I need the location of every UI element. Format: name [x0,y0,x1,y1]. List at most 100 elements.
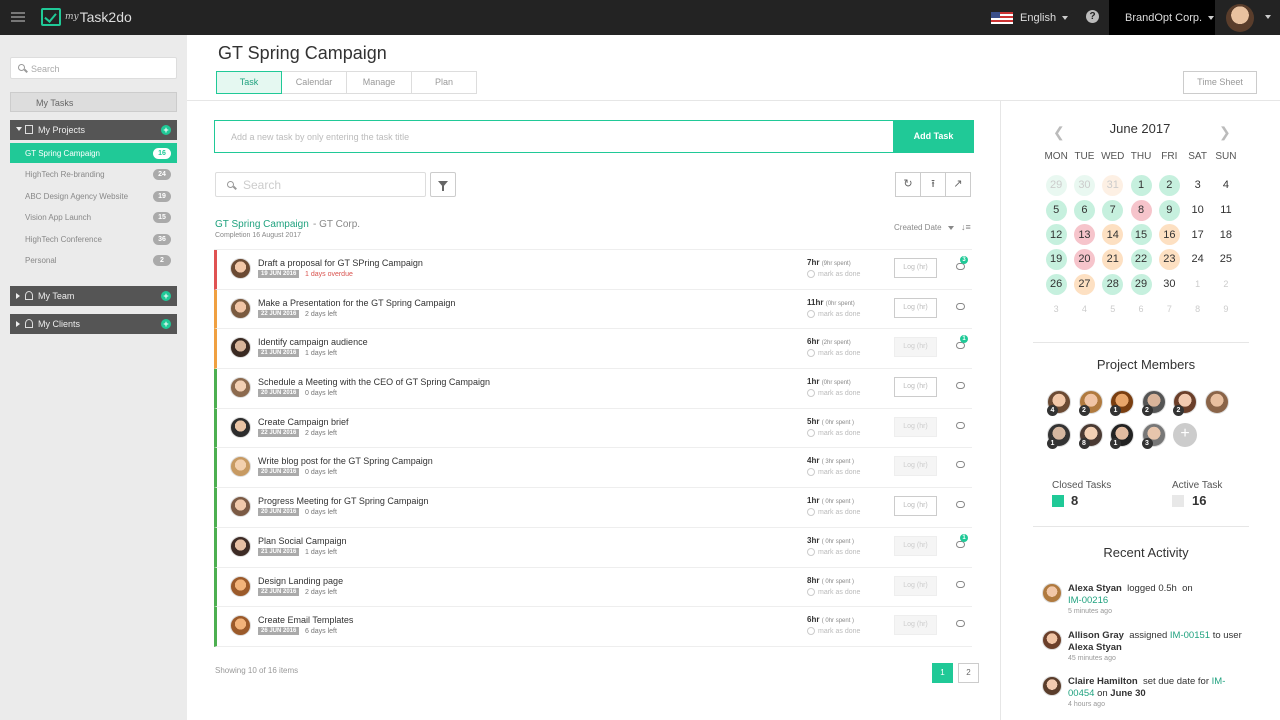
sidebar-section-my-projects[interactable]: My Projects + [10,120,177,140]
page-1-button[interactable]: 1 [932,663,953,683]
task-title[interactable]: Write blog post for the GT Spring Campai… [258,456,433,466]
calendar-day[interactable]: 15 [1130,224,1152,246]
us-flag-icon[interactable] [991,12,1013,24]
log-hours-input[interactable]: Log (hr) [894,456,937,477]
activity-task-link[interactable]: IM-00151 [1170,630,1210,641]
assignee-avatar[interactable] [230,456,251,478]
comment-icon[interactable] [956,620,965,628]
calendar-day[interactable]: 2 [1158,174,1180,196]
sidebar-search-input[interactable]: Search [10,57,177,79]
app-logo[interactable]: my Task2do [41,7,132,27]
company-selector[interactable]: BrandOpt Corp. [1109,0,1215,35]
task-row[interactable]: Draft a proposal for GT SPring Campaign 1… [214,250,972,290]
calendar-day[interactable]: 11 [1215,200,1236,221]
chevron-down-icon[interactable] [1265,15,1271,19]
activity-avatar[interactable] [1042,630,1062,650]
calendar-day[interactable]: 16 [1158,224,1180,246]
mark-as-done-toggle[interactable]: mark as done [807,270,860,278]
sidebar-section-my-team[interactable]: My Team + [10,286,177,306]
sidebar-project-item[interactable]: Personal 2 [10,250,177,270]
sidebar-my-tasks[interactable]: My Tasks [10,92,177,112]
mark-as-done-toggle[interactable]: mark as done [807,627,860,636]
calendar-day[interactable]: 29 [1130,273,1152,295]
refresh-button[interactable]: ↻ [895,172,921,197]
log-hours-input[interactable]: Log (hr) [894,615,937,636]
calendar-day[interactable]: 9 [1215,298,1236,319]
mark-as-done-toggle[interactable]: mark as done [807,309,860,318]
mark-as-done-toggle[interactable]: mark as done [807,428,860,437]
mark-as-done-toggle[interactable]: mark as done [807,587,860,596]
calendar-next-icon[interactable]: ❯ [1219,124,1231,141]
user-avatar[interactable] [1226,4,1254,32]
calendar-day[interactable]: 4 [1074,298,1095,319]
task-row[interactable]: Identify campaign audience 21 JUN 2016 1 d… [214,329,972,370]
page-2-button[interactable]: 2 [958,663,979,683]
activity-avatar[interactable] [1042,676,1062,696]
calendar-day[interactable]: 3 [1187,175,1208,196]
task-title[interactable]: Draft a proposal for GT SPring Campaign [258,258,423,268]
calendar-day[interactable]: 29 [1045,174,1067,196]
add-project-icon[interactable]: + [161,125,171,135]
assignee-avatar[interactable] [230,535,251,557]
activity-task-link[interactable]: IM-00216 [1068,595,1108,606]
log-hours-input[interactable]: Log (hr) [894,377,937,398]
mark-as-done-toggle[interactable]: mark as done [807,389,860,398]
assignee-avatar[interactable] [230,377,251,399]
calendar-day[interactable]: 10 [1187,200,1208,221]
calendar-day[interactable]: 1 [1187,274,1208,295]
task-row[interactable]: Progress Meeting for GT Spring Campaign 2… [214,488,972,528]
calendar-day[interactable]: 7 [1102,199,1124,221]
calendar-day[interactable]: 21 [1102,248,1124,270]
comment-icon[interactable] [956,461,965,469]
task-row[interactable]: Make a Presentation for the GT Spring Ca… [214,289,972,330]
sort-order-icon[interactable]: ↓≡ [961,222,971,232]
calendar-day[interactable]: 6 [1073,199,1095,221]
calendar-day[interactable]: 12 [1045,224,1067,246]
calendar-day[interactable]: 23 [1158,248,1180,270]
sidebar-project-item[interactable]: ABC Design Agency Website 19 [10,186,177,206]
filter-button[interactable] [430,172,456,197]
task-row[interactable]: Schedule a Meeting with the CEO of GT Sp… [214,369,972,409]
task-title[interactable]: Create Campaign brief [258,417,349,427]
upload-button[interactable]: ⭱ [920,172,946,197]
calendar-day[interactable]: 31 [1102,174,1124,196]
calendar-day[interactable]: 30 [1073,174,1095,196]
comment-icon[interactable] [956,421,965,429]
calendar-day[interactable]: 25 [1215,249,1236,270]
mark-as-done-toggle[interactable]: mark as done [807,508,860,517]
sidebar-project-item[interactable]: HighTech Re-branding 24 [10,164,177,184]
mark-as-done-toggle[interactable]: mark as done [807,547,860,556]
project-name-link[interactable]: GT Spring Campaign [215,219,309,230]
assignee-avatar[interactable] [230,258,251,279]
comment-icon[interactable] [956,501,965,509]
menu-icon[interactable] [11,12,25,22]
task-row[interactable]: Create Email Templates 26 JUN 2016 6 days … [214,607,972,647]
activity-user[interactable]: Alexa Styan [1068,583,1122,594]
log-hours-input[interactable]: Log (hr) [894,416,937,437]
sort-selector[interactable]: Created Date [894,223,954,232]
member-avatar[interactable] [1204,390,1229,414]
log-hours-input[interactable]: Log (hr) [894,496,937,517]
add-task-input[interactable]: Add a new task by only entering the task… [214,120,894,153]
calendar-day[interactable]: 27 [1073,273,1095,295]
activity-user[interactable]: Allison Gray [1068,630,1124,641]
activity-user[interactable]: Claire Hamilton [1068,676,1138,687]
comment-icon[interactable] [956,540,965,548]
tab-manage[interactable]: Manage [346,71,412,94]
task-title[interactable]: Create Email Templates [258,615,353,625]
calendar-day[interactable]: 7 [1159,298,1180,319]
task-title[interactable]: Progress Meeting for GT Spring Campaign [258,496,428,506]
sidebar-project-item[interactable]: Vision App Launch 15 [10,207,177,227]
comment-icon[interactable] [956,580,965,588]
calendar-day[interactable]: 18 [1215,224,1236,245]
task-row[interactable]: Create Campaign brief 22 JUN 2016 2 days l… [214,408,972,449]
task-title[interactable]: Make a Presentation for the GT Spring Ca… [258,298,455,308]
sidebar-project-item[interactable]: HighTech Conference 36 [10,229,177,249]
task-title[interactable]: Identify campaign audience [258,337,368,347]
task-title[interactable]: Schedule a Meeting with the CEO of GT Sp… [258,377,490,387]
comment-icon[interactable] [956,342,965,350]
task-title[interactable]: Plan Social Campaign [258,536,347,546]
comment-icon[interactable] [956,382,965,390]
help-icon[interactable]: ? [1086,10,1099,23]
log-hours-input[interactable]: Log (hr) [894,297,937,318]
